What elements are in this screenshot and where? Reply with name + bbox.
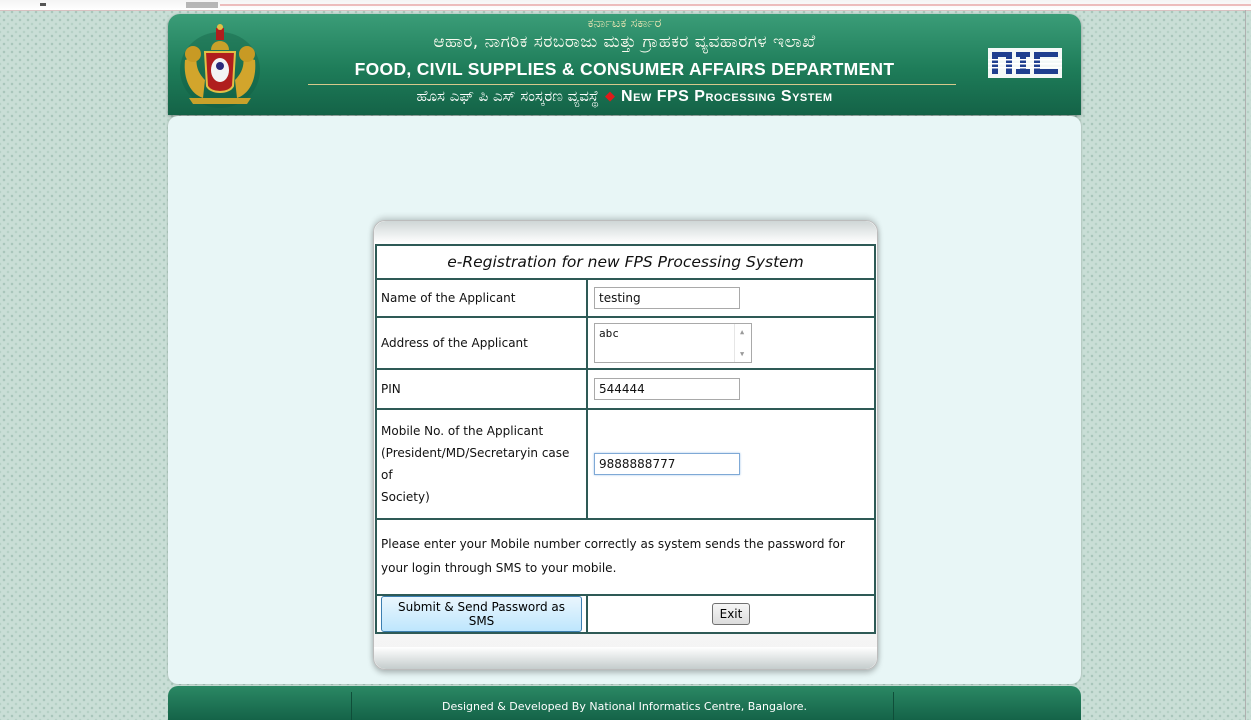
footer-credit-text: Designed & Developed By National Informa… [441, 700, 808, 713]
top-strip-line [220, 4, 1251, 6]
registration-table: e-Registration for new FPS Processing Sy… [375, 244, 876, 634]
mobile-field-cell [586, 408, 876, 520]
nic-logo-icon [988, 48, 1062, 78]
top-strip-marker [40, 3, 46, 6]
mobile-label-line2: (President/MD/Secretaryin case of [381, 446, 570, 482]
mobile-label: Mobile No. of the Applicant (President/M… [375, 408, 588, 520]
registration-form-box: e-Registration for new FPS Processing Sy… [373, 220, 878, 670]
header-system-english: New FPS Processing System [621, 88, 833, 105]
header-system-name: ಹೊಸ ಎಫ್ ಪಿ ಎಸ್ ಸಂಸ್ಕರಣ ವ್ಯವಸ್ಥೆ ◆ New FPS … [168, 87, 1081, 106]
top-strip-grip [186, 2, 218, 8]
header-system-kannada: ಹೊಸ ಎಫ್ ಪಿ ಎಸ್ ಸಂಸ್ಕರಣ ವ್ಯವಸ್ಥೆ [416, 87, 600, 105]
page-footer: Designed & Developed By National Informa… [168, 686, 1081, 720]
applicant-name-input[interactable] [594, 287, 740, 309]
name-label: Name of the Applicant [375, 278, 588, 318]
form-title: e-Registration for new FPS Processing Sy… [375, 244, 876, 280]
diamond-icon: ◆ [605, 89, 616, 104]
form-bottom-cap [374, 647, 877, 669]
pin-label: PIN [375, 368, 588, 410]
mobile-number-input[interactable] [594, 453, 740, 475]
mobile-label-line1: Mobile No. of the Applicant [381, 424, 544, 438]
window-right-edge [1245, 10, 1246, 720]
header-department-english: FOOD, CIVIL SUPPLIES & CONSUMER AFFAIRS … [354, 59, 895, 79]
textarea-scrollbar[interactable]: ▲ ▼ [734, 324, 751, 362]
name-field-cell [586, 278, 876, 318]
submit-send-sms-button[interactable]: Submit & Send Password as SMS [381, 596, 582, 632]
mobile-label-line3: Society) [381, 490, 430, 504]
address-label: Address of the Applicant [375, 316, 588, 370]
submit-cell: Submit & Send Password as SMS [375, 594, 588, 634]
header-divider [308, 84, 956, 85]
exit-button[interactable]: Exit [711, 603, 751, 625]
header-department-kannada: ಆಹಾರ, ನಾಗರಿಕ ಸರಬರಾಜು ಮತ್ತು ಗ್ರಾಹಕರ ವ್ಯವಹ… [433, 32, 816, 52]
exit-cell: Exit [586, 594, 876, 634]
main-content-panel: e-Registration for new FPS Processing Sy… [168, 116, 1081, 684]
address-field-cell: abc ▲ ▼ [586, 316, 876, 370]
scroll-up-icon[interactable]: ▲ [740, 328, 744, 336]
pin-field-cell [586, 368, 876, 410]
form-top-cap [374, 221, 877, 243]
browser-top-strip [0, 0, 1251, 11]
address-value: abc [599, 327, 619, 340]
applicant-address-textarea[interactable]: abc ▲ ▼ [594, 323, 752, 363]
sms-warning-message: Please enter your Mobile number correctl… [375, 518, 876, 596]
pin-input[interactable] [594, 378, 740, 400]
header-state-name: ಕರ್ನಾಟಕ ಸರ್ಕಾರ [587, 16, 662, 31]
page-header: ಕರ್ನಾಟಕ ಸರ್ಕಾರ ಆಹಾರ, ನಾಗರಿಕ ಸರಬರಾಜು ಮತ್ತ… [168, 14, 1081, 115]
scroll-down-icon[interactable]: ▼ [740, 350, 744, 358]
